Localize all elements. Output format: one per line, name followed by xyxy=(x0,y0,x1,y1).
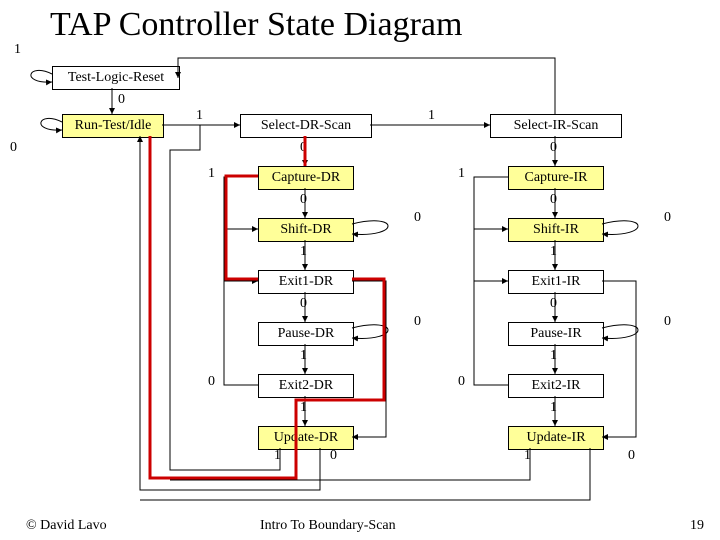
label-cir-sir: 0 xyxy=(550,192,557,208)
label-sir-loop: 0 xyxy=(664,210,671,226)
label-udr-1: 1 xyxy=(274,448,281,464)
state-sis: Select-IR-Scan xyxy=(490,114,622,138)
label-sdr-e1d: 1 xyxy=(300,244,307,260)
state-pdr: Pause-DR xyxy=(258,322,354,346)
state-sir: Shift-IR xyxy=(508,218,604,242)
label-rti-sds: 1 xyxy=(196,108,203,124)
state-rti: Run-Test/Idle xyxy=(62,114,164,138)
label-e1d-pdr: 0 xyxy=(300,296,307,312)
label-sir-e1i: 1 xyxy=(550,244,557,260)
label-e2d-in: 0 xyxy=(208,374,215,390)
label-e1i-pir: 0 xyxy=(550,296,557,312)
state-e1i: Exit1-IR xyxy=(508,270,604,294)
state-sdr: Shift-DR xyxy=(258,218,354,242)
state-uir: Update-IR xyxy=(508,426,604,450)
footer-course: Intro To Boundary-Scan xyxy=(260,518,396,534)
label-sdr-loop: 0 xyxy=(414,210,421,226)
label-sds-cdr: 0 xyxy=(300,140,307,156)
state-pir: Pause-IR xyxy=(508,322,604,346)
label-sds-sis: 1 xyxy=(428,108,435,124)
footer-copyright: © David Lavo xyxy=(26,518,107,534)
label-pdr-loop: 0 xyxy=(414,314,421,330)
label-pir-loop: 0 xyxy=(664,314,671,330)
label-uir-0: 0 xyxy=(628,448,635,464)
state-sds: Select-DR-Scan xyxy=(240,114,372,138)
state-tlr: Test-Logic-Reset xyxy=(52,66,180,90)
state-cir: Capture-IR xyxy=(508,166,604,190)
label-pir-e2i: 1 xyxy=(550,348,557,364)
label-e2d-udr: 1 xyxy=(300,400,307,416)
state-e2i: Exit2-IR xyxy=(508,374,604,398)
label-uir-1: 1 xyxy=(524,448,531,464)
label-udr-0: 0 xyxy=(330,448,337,464)
state-cdr: Capture-DR xyxy=(258,166,354,190)
label-cdr-sdr: 0 xyxy=(300,192,307,208)
state-e2d: Exit2-DR xyxy=(258,374,354,398)
label-rti-loop: 0 xyxy=(10,140,17,156)
label-tlr-loop: 1 xyxy=(14,42,21,58)
label-e2i-in: 0 xyxy=(458,374,465,390)
label-e2i-uir: 1 xyxy=(550,400,557,416)
label-pdr-e2d: 1 xyxy=(300,348,307,364)
label-cdr-in: 1 xyxy=(208,166,215,182)
page-title: TAP Controller State Diagram xyxy=(50,6,462,44)
state-udr: Update-DR xyxy=(258,426,354,450)
label-tlr-rti: 0 xyxy=(118,92,125,108)
page-number: 19 xyxy=(690,518,704,534)
label-sis-cir: 0 xyxy=(550,140,557,156)
label-cir-in: 1 xyxy=(458,166,465,182)
state-e1d: Exit1-DR xyxy=(258,270,354,294)
